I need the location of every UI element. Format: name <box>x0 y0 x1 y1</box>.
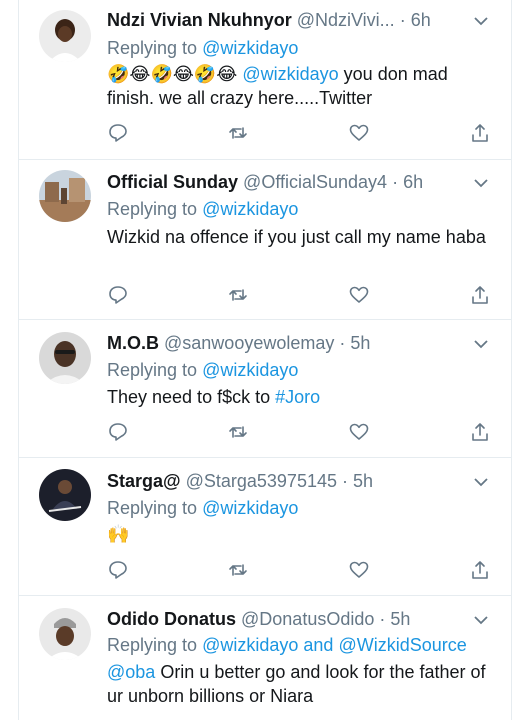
user-handle[interactable]: @Starga53975145 <box>186 471 337 491</box>
tweet-header: Starga@ @Starga53975145 · 5h <box>107 469 461 493</box>
retweet-icon[interactable] <box>227 284 249 306</box>
share-icon[interactable] <box>469 421 491 443</box>
user-handle[interactable]: @NdziVivi... <box>297 10 395 30</box>
tweet-header: Ndzi Vivian Nkuhnyor @NdziVivi... · 6h <box>107 8 461 32</box>
reply-mention[interactable]: @wizkidayo <box>202 498 298 518</box>
separator: · <box>339 333 346 353</box>
replying-to: Replying to @wizkidayo and @WizkidSource <box>107 633 501 657</box>
tweet-actions <box>107 122 491 144</box>
like-icon[interactable] <box>348 122 370 144</box>
retweet-icon[interactable] <box>227 122 249 144</box>
tweet[interactable]: M.O.B @sanwooyewolemay · 5h Replying to … <box>19 320 511 458</box>
like-icon[interactable] <box>348 284 370 306</box>
share-icon[interactable] <box>469 122 491 144</box>
tweet-text: @oba Orin u better go and look for the f… <box>107 660 491 708</box>
avatar[interactable] <box>39 332 91 384</box>
tweet-body: They need to f$ck to <box>107 387 276 407</box>
tweet[interactable]: Starga@ @Starga53975145 · 5h Replying to… <box>19 458 511 596</box>
reply-and: and <box>303 635 334 655</box>
tweet-text: 🙌 <box>107 522 491 546</box>
reply-icon[interactable] <box>107 284 129 306</box>
chevron-down-icon[interactable] <box>473 336 489 352</box>
share-icon[interactable] <box>469 559 491 581</box>
replying-to: Replying to @wizkidayo <box>107 36 501 60</box>
timestamp[interactable]: 5h <box>350 333 370 353</box>
user-handle[interactable]: @OfficialSunday4 <box>243 172 387 192</box>
reply-icon[interactable] <box>107 122 129 144</box>
avatar[interactable] <box>39 170 91 222</box>
timestamp[interactable]: 5h <box>353 471 373 491</box>
avatar[interactable] <box>39 10 91 62</box>
chevron-down-icon[interactable] <box>473 175 489 191</box>
timestamp[interactable]: 5h <box>390 609 410 629</box>
separator: · <box>392 172 399 192</box>
tweet-body: Orin u better go and look for the father… <box>107 662 486 706</box>
display-name[interactable]: Odido Donatus <box>107 609 236 629</box>
tweet-text: 🤣😂🤣😂🤣😂 @wizkidayo you don mad finish. we… <box>107 62 491 110</box>
tweet-actions <box>107 284 491 306</box>
tweet-text: Wizkid na offence if you just call my na… <box>107 225 491 249</box>
replying-label: Replying to <box>107 360 198 380</box>
retweet-icon[interactable] <box>227 559 249 581</box>
mention-link[interactable]: @oba <box>107 662 155 682</box>
timeline: Ndzi Vivian Nkuhnyor @NdziVivi... · 6h R… <box>18 0 512 720</box>
replying-label: Replying to <box>107 635 198 655</box>
replying-label: Replying to <box>107 498 198 518</box>
user-handle[interactable]: @DonatusOdido <box>241 609 374 629</box>
replying-to: Replying to @wizkidayo <box>107 197 501 221</box>
reply-icon[interactable] <box>107 421 129 443</box>
user-handle[interactable]: @sanwooyewolemay <box>164 333 334 353</box>
reply-mention[interactable]: @wizkidayo <box>202 360 298 380</box>
timestamp[interactable]: 6h <box>411 10 431 30</box>
chevron-down-icon[interactable] <box>473 474 489 490</box>
mention-link[interactable]: @wizkidayo <box>242 64 338 84</box>
tweet-actions <box>107 421 491 443</box>
tweet-text: They need to f$ck to #Joro <box>107 385 491 409</box>
avatar[interactable] <box>39 608 91 660</box>
replying-label: Replying to <box>107 38 198 58</box>
replying-to: Replying to @wizkidayo <box>107 358 501 382</box>
like-icon[interactable] <box>348 421 370 443</box>
separator: · <box>342 471 349 491</box>
tweet-actions <box>107 559 491 581</box>
emoji-text: 🤣😂🤣😂🤣😂 <box>107 64 238 84</box>
emoji-text: 🙌 <box>107 524 130 544</box>
reply-mention[interactable]: @wizkidayo <box>202 199 298 219</box>
timestamp[interactable]: 6h <box>403 172 423 192</box>
chevron-down-icon[interactable] <box>473 612 489 628</box>
hashtag-link[interactable]: #Joro <box>275 387 320 407</box>
retweet-icon[interactable] <box>227 421 249 443</box>
tweet[interactable]: Official Sunday @OfficialSunday4 · 6h Re… <box>19 160 511 320</box>
reply-mention[interactable]: @wizkidayo <box>202 38 298 58</box>
display-name[interactable]: Ndzi Vivian Nkuhnyor <box>107 10 292 30</box>
tweet-header: Odido Donatus @DonatusOdido · 5h <box>107 607 461 631</box>
tweet[interactable]: Ndzi Vivian Nkuhnyor @NdziVivi... · 6h R… <box>19 0 511 160</box>
chevron-down-icon[interactable] <box>473 13 489 29</box>
separator: · <box>399 10 406 30</box>
display-name[interactable]: Official Sunday <box>107 172 238 192</box>
reply-mention[interactable]: @wizkidayo <box>202 635 298 655</box>
replying-label: Replying to <box>107 199 198 219</box>
display-name[interactable]: M.O.B <box>107 333 159 353</box>
separator: · <box>379 609 386 629</box>
like-icon[interactable] <box>348 559 370 581</box>
display-name[interactable]: Starga@ <box>107 471 181 491</box>
tweet-header: Official Sunday @OfficialSunday4 · 6h <box>107 170 461 194</box>
reply-mention-2[interactable]: @WizkidSource <box>338 635 466 655</box>
reply-icon[interactable] <box>107 559 129 581</box>
avatar[interactable] <box>39 469 91 521</box>
tweet-header: M.O.B @sanwooyewolemay · 5h <box>107 331 461 355</box>
share-icon[interactable] <box>469 284 491 306</box>
tweet-body: Wizkid na offence if you just call my na… <box>107 227 486 247</box>
replying-to: Replying to @wizkidayo <box>107 496 501 520</box>
tweet[interactable]: Odido Donatus @DonatusOdido · 5h Replyin… <box>19 596 511 720</box>
